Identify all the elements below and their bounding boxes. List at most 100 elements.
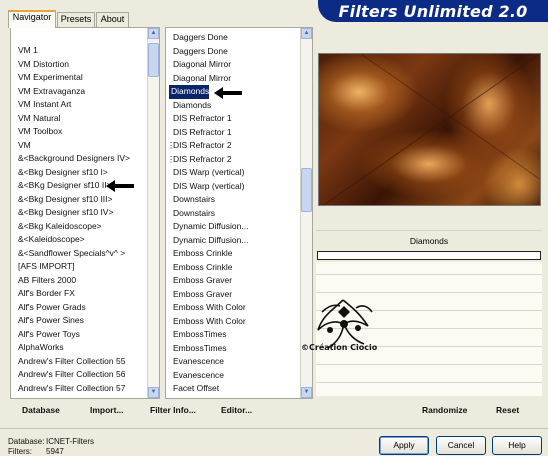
list-item-label: Downstairs: [173, 207, 216, 218]
list-item[interactable]: &<Bkg Designer sf10 I>: [11, 166, 147, 180]
list-item[interactable]: &<Sandflower Specials^v^ >: [11, 247, 147, 261]
list-item[interactable]: VM Extravaganza: [11, 85, 147, 99]
list-item[interactable]: DIS Warp (vertical): [166, 166, 300, 180]
scroll-up-icon[interactable]: ▲: [148, 28, 159, 39]
list-item[interactable]: Diamonds: [166, 99, 300, 113]
list-item-label: [AFS IMPORT]: [18, 261, 75, 271]
list-item[interactable]: Evanescence: [166, 369, 300, 383]
category-scrollbar[interactable]: ▲ ▼: [147, 28, 159, 398]
list-item[interactable]: Emboss Graver: [166, 274, 300, 288]
scroll-up-icon[interactable]: ▲: [301, 28, 312, 39]
list-item-label: DIS Refractor 1: [173, 113, 232, 123]
help-button[interactable]: Help: [492, 436, 542, 455]
list-item-label: &<Kaleidoscope>: [18, 234, 85, 244]
filter-list[interactable]: Daggers Done Daggers Done Diagonal Mirror D…: [166, 31, 300, 396]
category-list[interactable]: VM 1 VM Distortion VM Experimental VM Extra…: [11, 44, 147, 395]
status-area: Database: ICNET-Filters Filters: 5947: [8, 437, 94, 456]
list-item[interactable]: EmbossTimes: [166, 328, 300, 342]
list-item[interactable]: Emboss Crinkle: [166, 261, 300, 275]
filters-count-value: 5947: [46, 447, 64, 456]
list-item-label: VM 1: [18, 45, 38, 55]
list-item[interactable]: Alf's Power Toys: [11, 328, 147, 342]
list-item[interactable]: DIS Warp (vertical): [166, 180, 300, 194]
editor-button[interactable]: Editor...: [221, 405, 252, 418]
list-item[interactable]: AlphaWorks: [11, 341, 147, 355]
divider: [0, 428, 548, 429]
list-item[interactable]: Diamonds: [169, 85, 209, 99]
list-item[interactable]: Emboss With Color: [166, 301, 300, 315]
list-item[interactable]: VM 1: [11, 44, 147, 58]
list-item-label: EmbossTimes: [173, 342, 227, 353]
list-item[interactable]: VM Natural: [11, 112, 147, 126]
list-item[interactable]: VM Toolbox: [11, 125, 147, 139]
window-title: Filters Unlimited 2.0: [338, 2, 528, 21]
list-item[interactable]: &<Background Designers IV>: [11, 152, 147, 166]
list-item[interactable]: Alf's Power Grads: [11, 301, 147, 315]
list-item-label: Diagonal Mirror: [173, 72, 232, 83]
list-item-label: &<Bkg Designer sf10 I>: [18, 166, 108, 177]
scroll-thumb[interactable]: [148, 43, 159, 77]
reset-button[interactable]: Reset: [496, 405, 519, 418]
list-item-label: VM Instant Art: [18, 99, 72, 109]
list-item[interactable]: Emboss Graver: [166, 288, 300, 302]
list-item-label: VM Experimental: [18, 72, 83, 82]
list-item-label: VM Natural: [18, 112, 61, 123]
list-item-label: DIS Refractor 2: [173, 140, 232, 150]
list-item-label: DIS Warp (vertical): [173, 167, 245, 177]
tab-about[interactable]: About: [96, 12, 129, 27]
list-item[interactable]: ⋮DIS Refractor 2: [166, 139, 300, 153]
pointer-arrow-icon: [106, 180, 134, 192]
list-item[interactable]: VM Experimental: [11, 71, 147, 85]
list-item[interactable]: Daggers Done: [166, 31, 300, 45]
list-item[interactable]: Facet Offset: [166, 382, 300, 396]
tab-navigator[interactable]: Navigator: [8, 10, 56, 28]
list-item[interactable]: &<Bkg Designer sf10 IV>: [11, 206, 147, 220]
list-item-label: VM Extravaganza: [18, 85, 86, 96]
list-item-label: &<Sandflower Specials^v^ >: [18, 247, 126, 258]
list-item[interactable]: DIS Refractor 1: [166, 126, 300, 140]
list-item[interactable]: &<Bkg Kaleidoscope>: [11, 220, 147, 234]
list-item-label: Daggers Done: [173, 45, 228, 56]
list-item[interactable]: Downstairs: [166, 207, 300, 221]
list-item[interactable]: Evanescence: [166, 355, 300, 369]
list-item-label: Emboss Graver: [173, 288, 233, 299]
list-item-label: VM Distortion: [18, 58, 70, 69]
list-item[interactable]: VM: [11, 139, 147, 153]
list-item[interactable]: DIS Refractor 1: [166, 112, 300, 126]
list-item[interactable]: Alf's Power Sines: [11, 314, 147, 328]
list-item[interactable]: Diagonal Mirror: [166, 72, 300, 86]
list-item-label: Emboss With Color: [173, 302, 246, 312]
filter-info-button[interactable]: Filter Info...: [150, 405, 196, 418]
list-item[interactable]: Downstairs: [166, 193, 300, 207]
scroll-thumb[interactable]: [301, 168, 312, 212]
list-item[interactable]: Andrew's Filter Collection 57: [11, 382, 147, 396]
database-button[interactable]: Database: [22, 405, 60, 418]
list-item[interactable]: Alf's Border FX: [11, 287, 147, 301]
list-item[interactable]: &<Kaleidoscope>: [11, 233, 147, 247]
list-item[interactable]: Dynamic Diffusion...: [166, 234, 300, 248]
list-item[interactable]: EmbossTimes: [166, 342, 300, 356]
list-item[interactable]: Andrew's Filter Collection 55: [11, 355, 147, 369]
scroll-down-icon[interactable]: ▼: [148, 387, 159, 398]
list-item[interactable]: Diagonal Mirror: [166, 58, 300, 72]
list-item[interactable]: VM Distortion: [11, 58, 147, 72]
list-item[interactable]: AB Filters 2000: [11, 274, 147, 288]
import-button[interactable]: Import...: [90, 405, 124, 418]
list-item[interactable]: [AFS IMPORT]: [11, 260, 147, 274]
tab-presets[interactable]: Presets: [57, 12, 95, 27]
list-item[interactable]: Emboss Crinkle: [166, 247, 300, 261]
grip-icon: ⋮: [167, 154, 175, 164]
list-item[interactable]: Andrew's Filter Collection 56: [11, 368, 147, 382]
list-item[interactable]: VM Instant Art: [11, 98, 147, 112]
list-item[interactable]: Daggers Done: [166, 45, 300, 59]
apply-button[interactable]: Apply: [379, 436, 429, 455]
list-item[interactable]: Emboss With Color: [166, 315, 300, 329]
cancel-button[interactable]: Cancel: [436, 436, 486, 455]
list-item[interactable]: Dynamic Diffusion...: [166, 220, 300, 234]
scroll-down-icon[interactable]: ▼: [301, 387, 312, 398]
list-item[interactable]: ⋮DIS Refractor 2: [166, 153, 300, 167]
list-item-label: &<Bkg Kaleidoscope>: [18, 220, 102, 231]
randomize-button[interactable]: Randomize: [422, 405, 467, 418]
list-item[interactable]: &<Bkg Designer sf10 III>: [11, 193, 147, 207]
list-item-label: AlphaWorks: [18, 342, 64, 352]
